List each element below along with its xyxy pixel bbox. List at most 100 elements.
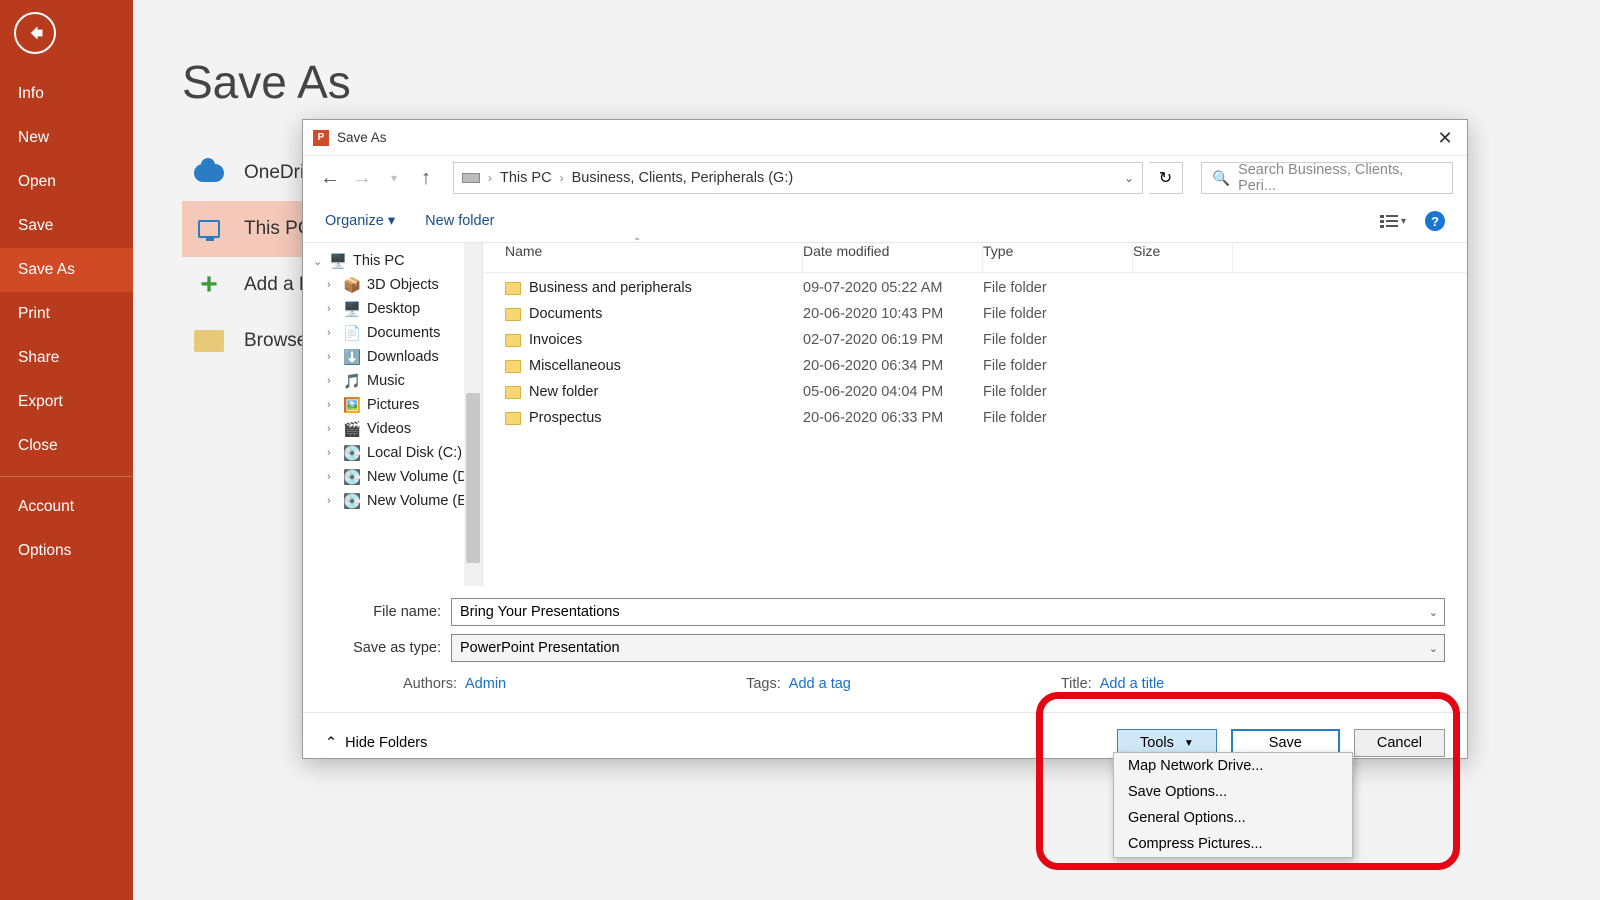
new-folder-button[interactable]: New folder [425, 213, 494, 229]
tree-item[interactable]: ›🖼️Pictures [303, 393, 482, 417]
videos-icon: 🎬 [343, 421, 361, 437]
organize-button[interactable]: Organize ▾ [325, 213, 395, 229]
filename-input[interactable]: Bring Your Presentations⌄ [451, 598, 1445, 626]
tags-value[interactable]: Add a tag [789, 676, 851, 692]
monitor-icon: 🖥️ [329, 253, 347, 269]
dialog-bottom: File name: Bring Your Presentations⌄ Sav… [303, 586, 1467, 702]
scrollbar[interactable] [464, 243, 482, 586]
hide-folders-button[interactable]: ⌃Hide Folders [325, 735, 427, 751]
tree-item[interactable]: ›💽Local Disk (C:) [303, 441, 482, 465]
drive-icon: 💽 [343, 469, 361, 485]
file-date: 20-06-2020 10:43 PM [803, 306, 983, 322]
tree-item[interactable]: › 💽 New Volume (D:) [303, 465, 482, 489]
refresh-icon[interactable]: ↻ [1149, 162, 1183, 194]
nav-back-icon[interactable]: ← [317, 165, 343, 191]
scrollbar-thumb[interactable] [466, 393, 480, 563]
tools-menu-item[interactable]: Map Network Drive... [1114, 753, 1352, 779]
tree-caret-icon[interactable]: › [327, 279, 337, 291]
drive-icon [462, 173, 480, 183]
view-options-button[interactable]: ▾ [1379, 209, 1407, 233]
file-row[interactable]: Invoices02-07-2020 06:19 PMFile folder [483, 327, 1467, 353]
tools-menu-item[interactable]: General Options... [1114, 805, 1352, 831]
file-type: File folder [983, 280, 1133, 296]
search-input[interactable]: 🔍 Search Business, Clients, Peri... [1201, 162, 1453, 194]
downloads-icon: ⬇️ [343, 349, 361, 365]
tree-label: New Volume (D:) [367, 469, 477, 485]
file-row[interactable]: New folder05-06-2020 04:04 PMFile folder [483, 379, 1467, 405]
chevron-down-icon[interactable]: ⌄ [1124, 171, 1134, 185]
sidebar-item-share[interactable]: Share [0, 336, 133, 380]
tree-caret-icon[interactable]: › [327, 471, 337, 483]
chevron-up-icon: ⌃ [325, 735, 337, 751]
place-label: Browse [244, 330, 307, 352]
savetype-label: Save as type: [325, 640, 451, 656]
tree-item[interactable]: ›📦3D Objects [303, 273, 482, 297]
docs-icon: 📄 [343, 325, 361, 341]
file-type: File folder [983, 410, 1133, 426]
tree-caret-icon[interactable]: ⌄ [313, 255, 323, 268]
dialog-title: Save As [337, 130, 387, 145]
tree-item[interactable]: ⌄🖥️This PC [303, 249, 482, 273]
chevron-down-icon: ▼ [1184, 738, 1194, 749]
tree-caret-icon[interactable]: › [327, 327, 337, 339]
title-value[interactable]: Add a title [1100, 676, 1165, 692]
sidebar-item-export[interactable]: Export [0, 380, 133, 424]
sidebar-item-new[interactable]: New [0, 116, 133, 160]
sidebar-item-print[interactable]: Print [0, 292, 133, 336]
sidebar-item-account[interactable]: Account [0, 485, 133, 529]
sidebar-item-open[interactable]: Open [0, 160, 133, 204]
tools-menu-item[interactable]: Compress Pictures... [1114, 831, 1352, 857]
nav-recent-icon[interactable]: ▾ [381, 165, 407, 191]
column-size[interactable]: Size [1133, 243, 1233, 272]
sidebar-item-save-as[interactable]: Save As [0, 248, 133, 292]
tree-caret-icon[interactable]: › [327, 303, 337, 315]
tree-caret-icon[interactable]: › [327, 447, 337, 459]
column-date[interactable]: Date modified [803, 243, 983, 272]
chevron-down-icon[interactable]: ⌄ [1429, 606, 1438, 619]
sidebar-item-save[interactable]: Save [0, 204, 133, 248]
column-name[interactable]: Name⌃ [483, 243, 803, 272]
sidebar-item-options[interactable]: Options [0, 529, 133, 573]
search-icon: 🔍 [1212, 170, 1230, 187]
breadcrumb-segment[interactable]: This PC [500, 170, 552, 186]
tree-item[interactable]: ›📄Documents [303, 321, 482, 345]
tree-caret-icon[interactable]: › [327, 399, 337, 411]
file-row[interactable]: Business and peripherals09-07-2020 05:22… [483, 275, 1467, 301]
sidebar-item-info[interactable]: Info [0, 72, 133, 116]
plus-icon: + [192, 271, 226, 299]
tree-caret-icon[interactable]: › [327, 495, 337, 507]
authors-value[interactable]: Admin [465, 676, 506, 692]
nav-up-icon[interactable]: ↑ [413, 165, 439, 191]
close-icon[interactable]: ✕ [1429, 124, 1461, 152]
tree-caret-icon[interactable]: › [327, 351, 337, 363]
file-row[interactable]: Documents20-06-2020 10:43 PMFile folder [483, 301, 1467, 327]
tree-caret-icon[interactable]: › [327, 423, 337, 435]
cancel-button[interactable]: Cancel [1354, 729, 1445, 757]
tree-caret-icon[interactable]: › [327, 375, 337, 387]
back-button[interactable] [14, 12, 56, 54]
tree-label: Videos [367, 421, 411, 437]
chevron-down-icon[interactable]: ⌄ [1429, 642, 1438, 655]
tree-item[interactable]: › 🎬 Videos [303, 417, 482, 441]
file-row[interactable]: Miscellaneous20-06-2020 06:34 PMFile fol… [483, 353, 1467, 379]
file-type: File folder [983, 384, 1133, 400]
3d-icon: 📦 [343, 277, 361, 293]
tree-item[interactable]: ›🖥️Desktop [303, 297, 482, 321]
column-type[interactable]: Type [983, 243, 1133, 272]
tools-menu-item[interactable]: Save Options... [1114, 779, 1352, 805]
tree-item[interactable]: ›⬇️Downloads [303, 345, 482, 369]
help-icon[interactable]: ? [1425, 211, 1445, 231]
tree-item[interactable]: ›💽New Volume (E:) [303, 489, 482, 513]
music-icon: 🎵 [343, 373, 361, 389]
file-type: File folder [983, 358, 1133, 374]
breadcrumb-segment[interactable]: Business, Clients, Peripherals (G:) [572, 170, 794, 186]
tree-item[interactable]: ›🎵Music [303, 369, 482, 393]
file-name: New folder [529, 384, 598, 400]
sidebar-item-close[interactable]: Close [0, 424, 133, 468]
file-row[interactable]: Prospectus20-06-2020 06:33 PMFile folder [483, 405, 1467, 431]
file-type: File folder [983, 306, 1133, 322]
savetype-select[interactable]: PowerPoint Presentation⌄ [451, 634, 1445, 662]
nav-forward-icon[interactable]: → [349, 165, 375, 191]
dialog-titlebar: P Save As ✕ [303, 120, 1467, 156]
address-bar[interactable]: › This PC › Business, Clients, Periphera… [453, 162, 1143, 194]
